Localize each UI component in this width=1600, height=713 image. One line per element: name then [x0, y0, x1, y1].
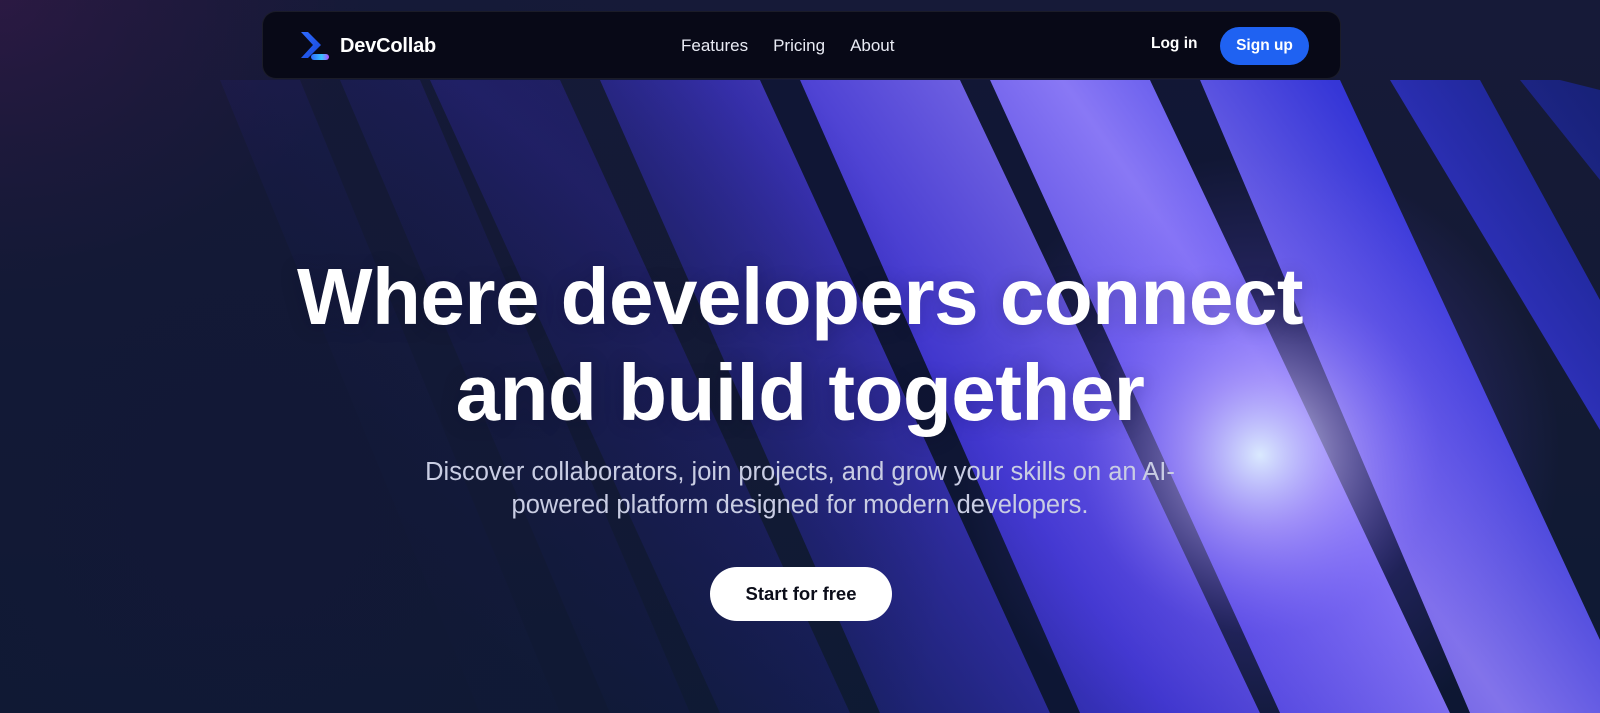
start-for-free-button[interactable]: Start for free — [710, 567, 892, 621]
hero-subheadline-line-2: powered platform designed for modern dev… — [511, 491, 1089, 519]
nav-link-about[interactable]: About — [850, 36, 894, 56]
nav-link-features[interactable]: Features — [681, 36, 748, 56]
hero-subheadline: Discover collaborators, join projects, a… — [340, 456, 1260, 522]
hero-headline-line-1: Where developers connect — [296, 252, 1304, 341]
top-navbar: DevCollab Features Pricing About Log in … — [262, 11, 1341, 79]
hero-subheadline-line-1: Discover collaborators, join projects, a… — [425, 458, 1175, 486]
login-link[interactable]: Log in — [1151, 35, 1198, 53]
signup-button[interactable]: Sign up — [1220, 27, 1309, 65]
brand[interactable]: DevCollab — [297, 30, 436, 62]
hero-headline: Where developers connect and build toget… — [250, 249, 1350, 441]
brand-name: DevCollab — [340, 34, 437, 57]
nav-links: Features Pricing About — [681, 12, 895, 80]
hero-headline-line-2: and build together — [455, 348, 1145, 437]
nav-link-pricing[interactable]: Pricing — [773, 36, 825, 56]
hero-section: DevCollab Features Pricing About Log in … — [0, 0, 1600, 713]
chevron-play-logo-icon — [301, 32, 329, 60]
